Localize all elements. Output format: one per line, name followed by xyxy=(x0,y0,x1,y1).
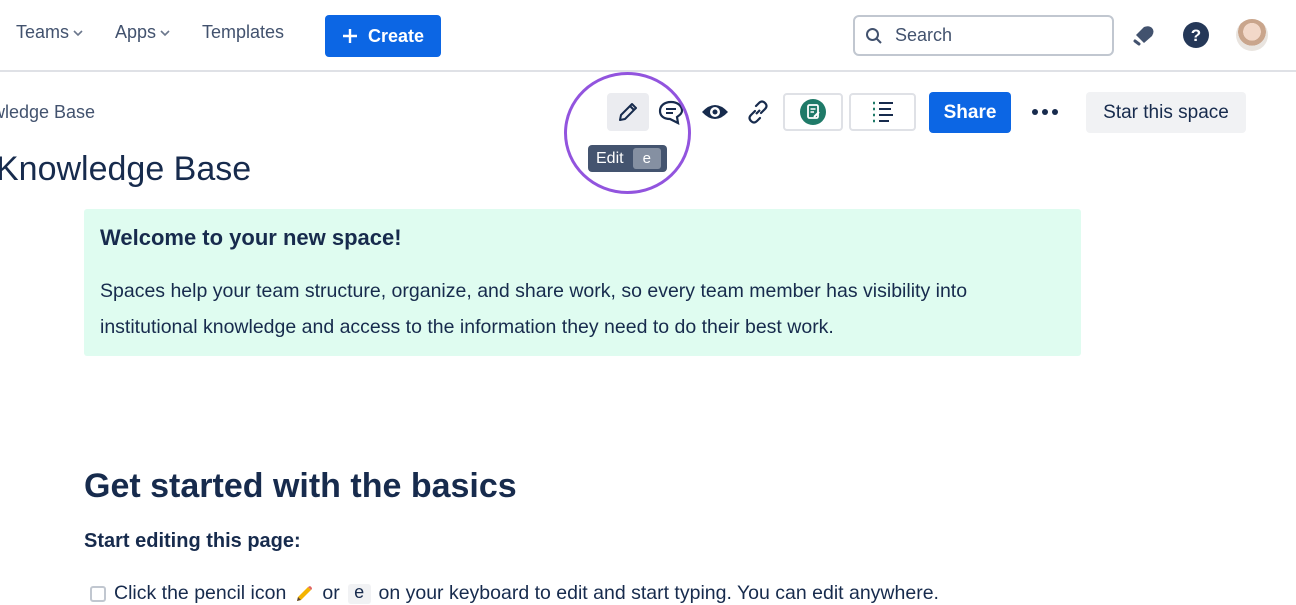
more-icon xyxy=(1032,109,1058,115)
search-input[interactable] xyxy=(893,24,1097,47)
task-text-prefix: Click the pencil icon xyxy=(114,582,287,604)
welcome-panel-body: Spaces help your team structure, organiz… xyxy=(100,280,968,338)
welcome-panel-heading: Welcome to your new space! xyxy=(100,225,402,250)
edit-tooltip: Edit e xyxy=(588,145,667,172)
plus-icon xyxy=(342,29,357,43)
app-button[interactable] xyxy=(783,93,843,131)
nav-apps-label: Apps xyxy=(115,22,157,42)
welcome-panel: Welcome to your new space! Spaces help y… xyxy=(84,209,1081,356)
watch-eye-icon xyxy=(702,105,728,119)
avatar[interactable] xyxy=(1236,19,1268,51)
search-icon xyxy=(866,27,882,44)
task-checkbox[interactable] xyxy=(90,585,106,602)
share-button[interactable]: Share xyxy=(929,92,1011,133)
task-text-or: or xyxy=(322,582,340,604)
comment-button[interactable] xyxy=(654,93,688,131)
watch-button[interactable] xyxy=(698,93,732,131)
notification-icon[interactable] xyxy=(1130,21,1158,49)
page-title: Knowledge Base xyxy=(0,150,252,188)
create-button[interactable]: Create xyxy=(325,15,441,57)
comment-icon xyxy=(658,100,684,125)
highlight-annotation-circle xyxy=(564,72,691,194)
edit-tooltip-key: e xyxy=(632,148,661,169)
breadcrumb[interactable]: wledge Base xyxy=(0,102,95,123)
outline-list-icon xyxy=(872,101,893,123)
help-icon[interactable]: ? xyxy=(1182,21,1210,49)
copy-link-icon xyxy=(748,100,768,124)
section-subheading: Start editing this page: xyxy=(84,530,301,552)
pencil-icon xyxy=(619,103,637,121)
edit-tooltip-label: Edit xyxy=(596,149,624,167)
nav-teams-label: Teams xyxy=(16,22,70,42)
nav-templates[interactable]: Templates xyxy=(202,22,284,43)
nav-apps[interactable]: Apps xyxy=(115,22,170,43)
task-item: Click the pencil icon or e on your keybo… xyxy=(90,582,939,605)
copy-link-button[interactable] xyxy=(741,93,775,131)
section-heading: Get started with the basics xyxy=(84,467,517,505)
search-box[interactable] xyxy=(853,15,1114,56)
create-button-label: Create xyxy=(367,25,425,46)
edit-button[interactable] xyxy=(607,93,649,131)
chevron-down-icon xyxy=(73,29,83,36)
chevron-down-icon xyxy=(160,29,170,36)
outline-button[interactable] xyxy=(849,93,916,131)
task-text-suffix: on your keyboard to edit and start typin… xyxy=(378,582,939,604)
svg-text:?: ? xyxy=(1191,26,1201,45)
top-navigation-bar: Teams Apps Templates Create ? xyxy=(0,0,1296,72)
nav-teams[interactable]: Teams xyxy=(16,22,83,43)
star-space-button[interactable]: Star this space xyxy=(1086,92,1246,133)
app-badge-icon xyxy=(800,99,826,125)
nav-templates-label: Templates xyxy=(202,22,285,42)
more-actions-button[interactable] xyxy=(1026,93,1064,131)
